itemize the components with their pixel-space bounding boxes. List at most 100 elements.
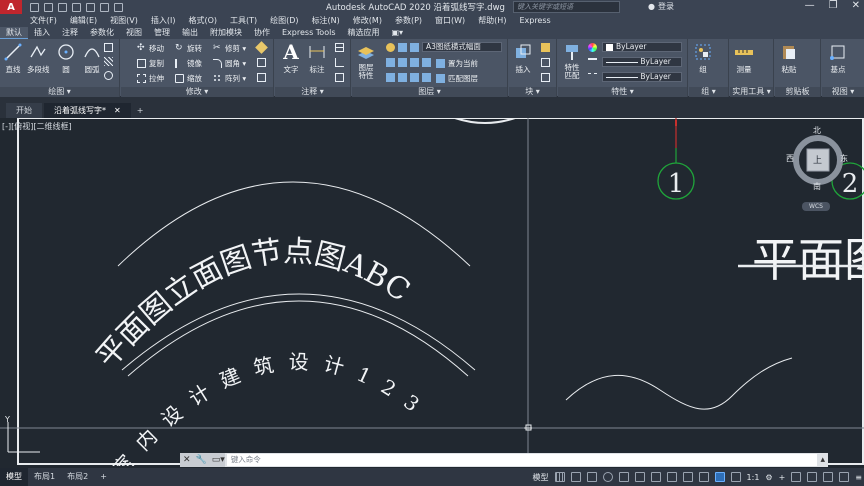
layer-state-icons[interactable] [386,43,419,52]
ortho-icon[interactable] [586,472,597,482]
erase-icon[interactable] [255,41,268,54]
close-tab-icon[interactable]: ✕ [114,103,121,118]
viewcube[interactable]: 北 南 东 西 上 WCS [786,126,862,211]
linetype-icon[interactable] [588,73,597,77]
new-tab-button[interactable]: + [133,103,148,118]
menu-express[interactable]: Express [519,16,550,25]
print-icon[interactable] [86,2,95,12]
panel-layers-title[interactable]: 图层 ▾ [352,87,507,97]
menu-parametric[interactable]: 参数(P) [395,15,422,26]
menu-edit[interactable]: 编辑(E) [70,15,97,26]
rectangle-icon[interactable] [104,43,113,52]
arc-button[interactable]: 圆弧 [82,42,102,75]
panel-view-title[interactable]: 视图 ▾ [822,87,864,97]
add-layout-button[interactable]: + [94,468,113,486]
menu-dimension[interactable]: 标注(N) [312,15,340,26]
layout-tab-2[interactable]: 布局2 [61,468,94,486]
panel-utilities-title[interactable]: 实用工具 ▾ [730,87,773,97]
save-as-icon[interactable] [72,2,81,12]
array-button[interactable]: 阵列 ▾ [213,73,246,84]
open-icon[interactable] [44,2,53,12]
minimize-button[interactable]: — [805,0,815,11]
annotation-scale[interactable]: 1:1 [747,473,760,482]
tab-featured-apps[interactable]: 精选应用 [342,27,386,39]
undo-icon[interactable] [100,2,109,12]
polar-icon[interactable] [602,472,613,482]
copy-button[interactable]: 复制 [137,58,164,69]
compass-west-label[interactable]: 西 [786,153,794,164]
panel-annotation-title[interactable]: 注释 ▾ [275,87,350,97]
annotation-visibility-icon[interactable] [714,472,725,482]
text-button[interactable]: A 文字 [281,40,301,75]
close-button[interactable]: ✕ [852,0,860,11]
viewcube-graphic[interactable] [786,130,862,210]
polyline-button[interactable]: 多段线 [27,42,50,75]
lineweight-toggle-icon[interactable] [666,472,677,482]
menu-insert[interactable]: 插入(I) [151,15,176,26]
auto-scale-icon[interactable] [730,472,741,482]
menu-help[interactable]: 帮助(H) [478,15,506,26]
block-attribute-icon[interactable] [541,73,550,82]
trim-button[interactable]: ✂ 修剪 ▾ [213,43,246,54]
customization-menu-icon[interactable]: ≡ [855,473,862,482]
layout-tab-model[interactable]: 模型 [0,468,28,486]
layer-dropdown[interactable]: A3图纸横式幅面 [422,42,502,52]
paste-button[interactable]: 粘贴 [779,42,799,75]
group-button[interactable]: 组 [693,42,713,75]
more-annotation-icon[interactable] [335,73,344,82]
viewport-controls-label[interactable]: [-][俯视][二维线框] [2,121,72,132]
isodraft-icon[interactable] [618,472,629,482]
offset-icon[interactable] [257,73,266,82]
panel-clipboard-title[interactable]: 剪贴板 [775,87,820,97]
command-line-dropdown-icon[interactable]: ▴ [817,455,828,465]
tab-view[interactable]: 视图 [120,27,148,39]
compass-north-label[interactable]: 北 [813,125,821,136]
lineweight-dropdown[interactable]: ByLayer [602,57,682,67]
tab-parametric[interactable]: 参数化 [84,27,120,39]
move-button[interactable]: ✣ 移动 [137,43,164,54]
clean-screen-icon[interactable] [839,472,850,482]
stretch-button[interactable]: 拉伸 [137,73,164,84]
panel-draw-title[interactable]: 绘图 ▾ [0,87,119,97]
grid-icon[interactable] [554,472,565,482]
command-input[interactable]: 键入命令 [226,454,818,466]
edit-block-icon[interactable] [541,58,550,67]
redo-icon[interactable] [114,2,123,12]
menu-file[interactable]: 文件(F) [30,15,57,26]
panel-block-title[interactable]: 块 ▾ [509,87,556,97]
close-command-line-icon[interactable]: ✕ [183,455,191,465]
wcs-menu-button[interactable]: WCS [802,202,830,211]
drawing-viewport[interactable]: 平面图立面图节点图ABC 室内设计建筑设计123 1 2 平面图 Y [0,118,864,466]
measure-button[interactable]: 测量 [734,42,754,75]
new-icon[interactable] [30,2,39,12]
layout-tab-1[interactable]: 布局1 [28,468,61,486]
circle-button[interactable]: 圆 [56,42,76,75]
workspace-gear-icon[interactable]: ⚙ [765,473,772,482]
application-menu-button[interactable]: A [0,0,22,14]
color-wheel-icon[interactable] [588,43,597,52]
object-snap-tracking-icon[interactable] [634,472,645,482]
object-snap-icon[interactable] [650,472,661,482]
base-point-button[interactable]: 基点 [828,42,848,75]
compass-east-label[interactable]: 东 [840,153,848,164]
save-icon[interactable] [58,2,67,12]
layer-tools-row2[interactable] [386,73,431,82]
maximize-button[interactable]: ❐ [829,0,838,11]
tab-current-drawing[interactable]: 沿着弧线写字* ✕ [44,103,131,118]
model-space-label[interactable]: 模型 [533,472,549,483]
menu-format[interactable]: 格式(O) [188,15,217,26]
quick-properties-icon[interactable] [807,472,818,482]
add-icon[interactable]: + [779,473,786,482]
units-icon[interactable] [791,472,802,482]
tab-insert[interactable]: 插入 [28,27,56,39]
fillet-button[interactable]: 圆角 ▾ [213,58,246,69]
ellipse-icon[interactable] [104,71,113,80]
menu-window[interactable]: 窗口(W) [435,15,465,26]
menu-view[interactable]: 视图(V) [110,15,138,26]
hatch-icon[interactable] [104,57,113,66]
panel-groups-title[interactable]: 组 ▾ [689,87,728,97]
selection-cycling-icon[interactable] [698,472,709,482]
drawing-canvas[interactable]: 平面图立面图节点图ABC 室内设计建筑设计123 1 2 平面图 Y [0,118,864,466]
insert-block-button[interactable]: 插入 [513,42,533,75]
snap-icon[interactable] [570,472,581,482]
